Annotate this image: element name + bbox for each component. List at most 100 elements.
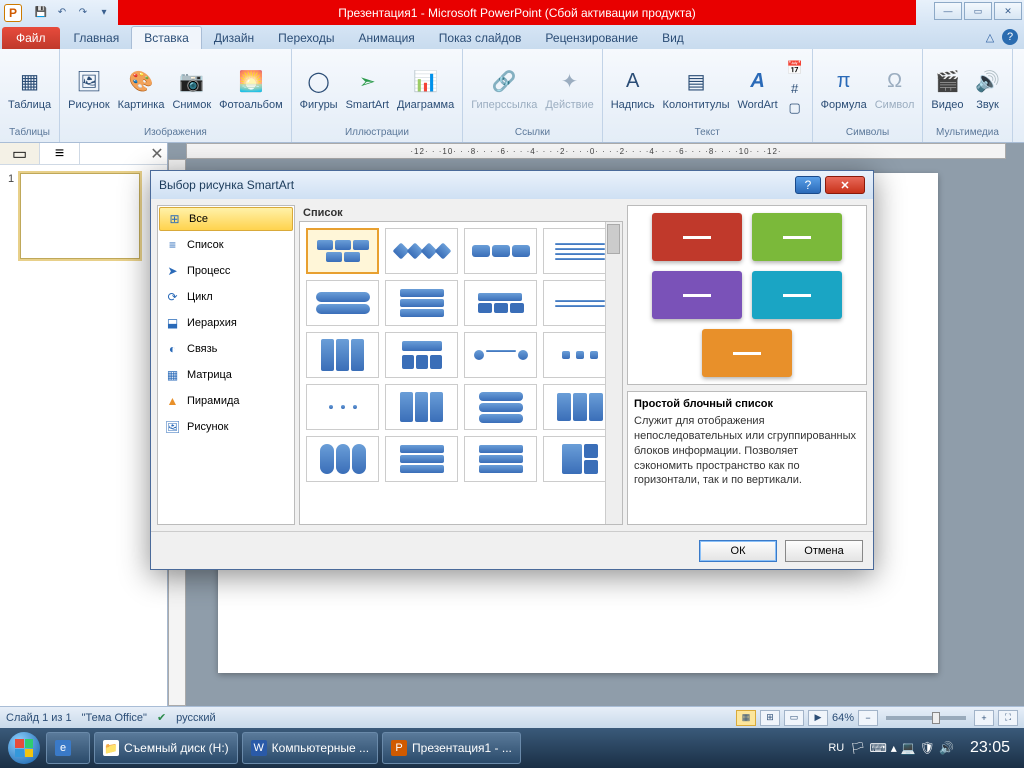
layout-item[interactable] — [385, 280, 458, 326]
layout-item[interactable] — [464, 436, 537, 482]
spellcheck-icon[interactable]: ✔ — [157, 711, 166, 724]
status-language[interactable]: русский — [176, 712, 215, 724]
category-list[interactable]: ≡Список — [158, 232, 294, 258]
audio-button[interactable]: 🔊Звук — [972, 65, 1004, 111]
tab-insert[interactable]: Вставка — [131, 26, 202, 49]
chart-button[interactable]: 📊Диаграмма — [397, 65, 454, 111]
view-sorter-button[interactable]: ⊞ — [760, 710, 780, 726]
tray-vol-icon[interactable]: 🔊 — [939, 741, 954, 755]
taskbar-item-drive[interactable]: 📁Съемный диск (H:) — [94, 732, 238, 764]
date-button[interactable]: 📅 — [786, 59, 804, 77]
tray-clock[interactable]: 23:05 — [970, 739, 1010, 757]
slide-thumbnail[interactable] — [20, 173, 140, 259]
qat-redo-icon[interactable]: ↷ — [74, 4, 92, 22]
clipart-button[interactable]: 🎨Картинка — [118, 65, 165, 111]
taskbar-item-ie[interactable]: e — [46, 732, 90, 764]
table-button[interactable]: ▦ Таблица — [8, 65, 51, 111]
minimize-button[interactable]: — — [934, 2, 962, 20]
qat-customize-icon[interactable]: ▾ — [95, 4, 113, 22]
hyperlink-button[interactable]: 🔗Гиперссылка — [471, 65, 537, 111]
maximize-button[interactable]: ▭ — [964, 2, 992, 20]
scrollbar-thumb[interactable] — [607, 224, 620, 254]
zoom-in-button[interactable]: + — [974, 710, 994, 726]
tray-up-icon[interactable]: ▴ — [891, 741, 897, 755]
category-relationship[interactable]: ◐Связь — [158, 336, 294, 362]
layout-item[interactable] — [385, 332, 458, 378]
dialog-help-button[interactable]: ? — [795, 176, 821, 194]
tab-slideshow[interactable]: Показ слайдов — [427, 27, 534, 49]
category-all[interactable]: ⊞Все — [159, 207, 293, 231]
dialog-close-button[interactable]: ✕ — [825, 176, 865, 194]
layout-item[interactable] — [385, 436, 458, 482]
symbol-button[interactable]: ΩСимвол — [875, 65, 915, 111]
fit-button[interactable]: ⛶ — [998, 710, 1018, 726]
tray-keyboard-icon[interactable]: ⌨ — [869, 741, 886, 755]
cancel-button[interactable]: Отмена — [785, 540, 863, 562]
equation-button[interactable]: πФормула — [821, 65, 867, 111]
view-reading-button[interactable]: ▭ — [784, 710, 804, 726]
panel-tab-outline[interactable]: ≡ — [40, 143, 80, 164]
file-tab[interactable]: Файл — [2, 27, 60, 49]
category-hierarchy[interactable]: ⬓Иерархия — [158, 310, 294, 336]
gallery-scroll[interactable] — [299, 221, 623, 525]
dialog-titlebar[interactable]: Выбор рисунка SmartArt ? ✕ — [151, 171, 873, 199]
tray-shield-icon[interactable]: 🛡 — [920, 741, 935, 755]
screenshot-button[interactable]: 📷Снимок — [172, 65, 211, 111]
tab-design[interactable]: Дизайн — [202, 27, 266, 49]
tray-flag-icon[interactable]: 🏳 — [850, 741, 865, 755]
category-picture[interactable]: 🖼Рисунок — [158, 414, 294, 440]
layout-item[interactable] — [306, 280, 379, 326]
layout-item[interactable] — [464, 280, 537, 326]
headerfooter-button[interactable]: ▤Колонтитулы — [663, 65, 730, 111]
tray-net-icon[interactable]: 💻 — [901, 741, 916, 755]
layout-item[interactable] — [385, 228, 458, 274]
gallery-scrollbar[interactable] — [605, 222, 622, 524]
zoom-value[interactable]: 64% — [832, 712, 854, 724]
tab-review[interactable]: Рецензирование — [533, 27, 650, 49]
close-button[interactable]: ✕ — [994, 2, 1022, 20]
wordart-button[interactable]: AWordArt — [738, 65, 778, 111]
panel-tab-slides[interactable]: ▭ — [0, 143, 40, 164]
zoom-slider-thumb[interactable] — [932, 712, 940, 724]
qat-undo-icon[interactable]: ↶ — [53, 4, 71, 22]
category-pyramid[interactable]: ▲Пирамида — [158, 388, 294, 414]
layout-item[interactable] — [306, 332, 379, 378]
qat-save-icon[interactable]: 💾 — [32, 4, 50, 22]
tab-view[interactable]: Вид — [650, 27, 696, 49]
tray-lang[interactable]: RU — [828, 742, 844, 754]
layout-item[interactable] — [464, 332, 537, 378]
action-button[interactable]: ✦Действие — [545, 65, 593, 111]
object-button[interactable]: ▢ — [786, 99, 804, 117]
ok-button[interactable]: ОК — [699, 540, 777, 562]
start-button[interactable] — [4, 728, 44, 768]
layout-item[interactable] — [306, 228, 379, 274]
layout-item[interactable] — [464, 384, 537, 430]
group-symbols-label: Символы — [846, 125, 889, 140]
slidenum-button[interactable]: # — [786, 79, 804, 97]
zoom-slider[interactable] — [886, 716, 966, 720]
shapes-button[interactable]: ◯Фигуры — [300, 65, 338, 111]
layout-item[interactable] — [306, 436, 379, 482]
taskbar-item-powerpoint[interactable]: PПрезентация1 - ... — [382, 732, 521, 764]
category-matrix[interactable]: ▦Матрица — [158, 362, 294, 388]
category-cycle[interactable]: ⟳Цикл — [158, 284, 294, 310]
minimize-ribbon-icon[interactable]: △ — [982, 29, 998, 45]
layout-item[interactable] — [306, 384, 379, 430]
video-button[interactable]: 🎬Видео — [931, 65, 963, 111]
picture-button[interactable]: 🖼Рисунок — [68, 65, 110, 111]
smartart-button[interactable]: ➣SmartArt — [346, 65, 389, 111]
tab-home[interactable]: Главная — [62, 27, 132, 49]
view-slideshow-button[interactable]: ▶ — [808, 710, 828, 726]
zoom-out-button[interactable]: − — [858, 710, 878, 726]
layout-item[interactable] — [385, 384, 458, 430]
panel-close-icon[interactable]: ✕ — [147, 143, 167, 164]
tab-transitions[interactable]: Переходы — [266, 27, 346, 49]
help-icon[interactable]: ? — [1002, 29, 1018, 45]
view-normal-button[interactable]: ▦ — [736, 710, 756, 726]
taskbar-item-word[interactable]: WКомпьютерные ... — [242, 732, 378, 764]
layout-item[interactable] — [464, 228, 537, 274]
category-process[interactable]: ➤Процесс — [158, 258, 294, 284]
tab-animations[interactable]: Анимация — [346, 27, 426, 49]
album-button[interactable]: 🌅Фотоальбом — [219, 65, 283, 111]
textbox-button[interactable]: AНадпись — [611, 65, 655, 111]
